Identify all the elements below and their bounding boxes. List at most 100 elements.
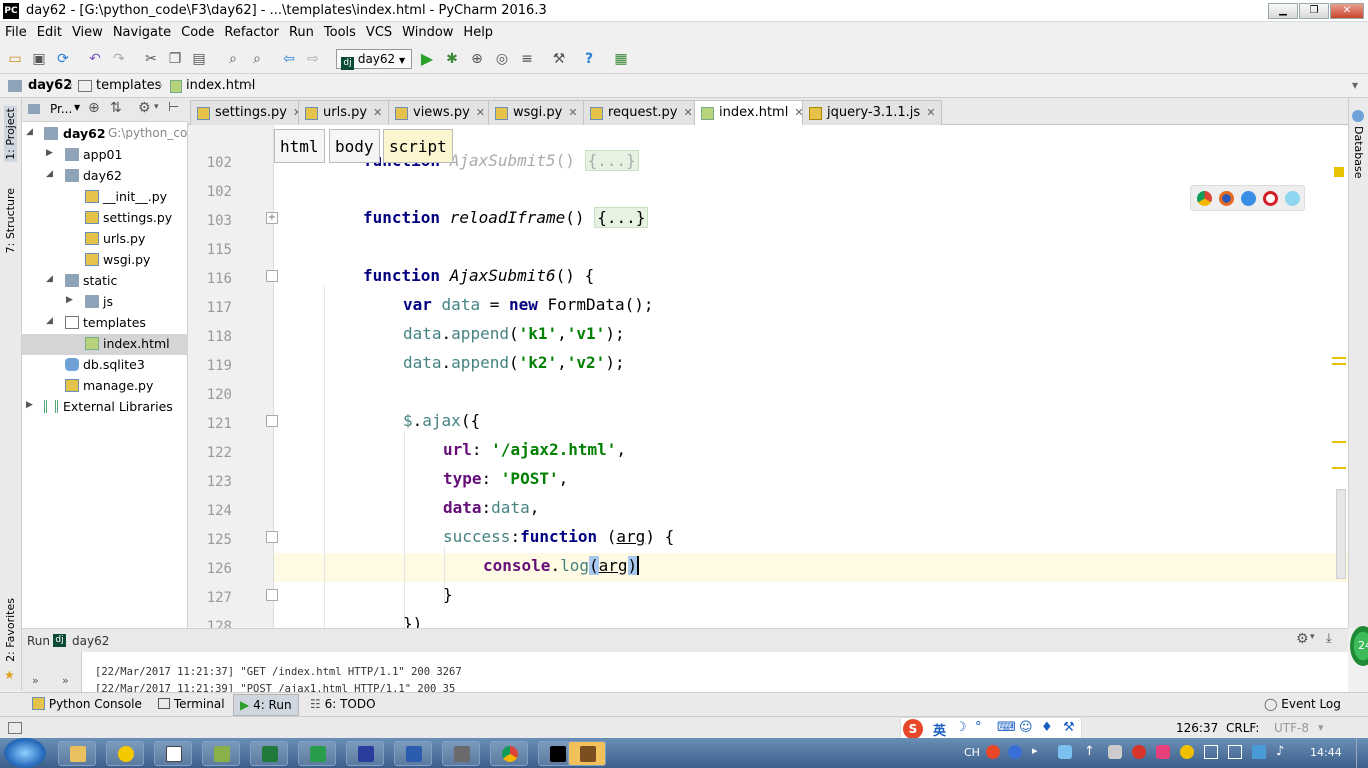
menu-tools[interactable]: Tools [319,22,361,40]
warning-marker-icon[interactable] [1334,167,1344,177]
collapse-arrow-icon[interactable]: ▶ [46,148,53,158]
plugin-icon[interactable]: ▦ [612,50,630,68]
replace-icon[interactable]: ⌕ [248,50,266,68]
taskbar-qq[interactable] [106,741,144,766]
fold-marker-icon[interactable] [266,270,278,282]
chevron-down-icon[interactable]: ▼ [74,103,80,112]
database-tool-tab[interactable]: Database [1352,126,1365,179]
sync-icon[interactable]: ⟳ [54,50,72,68]
expand-more-icon[interactable]: » [32,674,39,687]
settings-wrench-icon[interactable]: ⚒ [550,50,568,68]
structure-tool-tab[interactable]: 7: Structure [4,188,17,253]
menu-view[interactable]: View [67,22,108,40]
menu-run[interactable]: Run [284,22,319,40]
run-tool-tab[interactable]: ▶ 4: Run [233,694,299,716]
coverage-icon[interactable]: ⊕ [468,50,486,68]
windows-start-button[interactable] [4,738,46,768]
error-stripe-marker[interactable] [1332,467,1346,469]
expand-arrow-icon[interactable]: ◢ [46,274,53,284]
tree-item-day62[interactable]: ◢ day62 [22,166,188,187]
tree-item-js[interactable]: ▶ js [22,292,188,313]
tree-item-settings-py[interactable]: settings.py [22,208,188,229]
gear-icon[interactable]: ⚙ [138,100,151,116]
tab-jquery-js[interactable]: jquery-3.1.1.js ✕ [802,100,943,125]
tray-shield-icon[interactable] [1156,745,1170,759]
tab-views-py[interactable]: views.py ✕ [388,100,493,125]
tab-urls-py[interactable]: urls.py ✕ [298,100,390,125]
skin-icon[interactable]: ♦ [1041,720,1053,735]
chevron-down-icon[interactable]: ▾ [154,102,159,112]
close-icon[interactable]: ✕ [476,106,485,119]
error-stripe-marker[interactable] [1332,363,1346,365]
menu-refactor[interactable]: Refactor [219,22,284,40]
hide-panel-icon[interactable]: ⤓ [1326,631,1332,646]
fold-marker-icon[interactable] [266,531,278,543]
help-icon[interactable]: ? [580,50,598,68]
taskbar-app-tools[interactable] [442,741,480,766]
paste-icon[interactable]: ▤ [190,50,208,68]
todo-tab[interactable]: ☷ 6: TODO [310,697,376,711]
debug-icon[interactable]: ✱ [443,50,461,68]
fold-expand-icon[interactable]: + [266,212,278,224]
tray-display-icon[interactable] [1228,745,1242,759]
file-encoding[interactable]: UTF-8 [1274,721,1309,735]
tab-request-py[interactable]: request.py ✕ [583,100,700,125]
close-icon[interactable]: ✕ [684,106,693,119]
vertical-scrollbar-thumb[interactable] [1336,489,1346,579]
sogou-tray-icon[interactable] [986,745,1000,759]
tray-360-icon[interactable] [1180,745,1194,759]
redo-icon[interactable]: ↷ [110,50,128,68]
back-icon[interactable]: ⇦ [280,50,298,68]
concurrency-icon[interactable]: ≡ [518,50,536,68]
run-config-name[interactable]: day62 [72,634,109,648]
close-icon[interactable]: ✕ [568,106,577,119]
tree-item-app01[interactable]: ▶ app01 [22,145,188,166]
tree-item-index-html[interactable]: index.html [22,334,188,355]
menu-edit[interactable]: Edit [32,22,67,40]
tree-item-static[interactable]: ◢ static [22,271,188,292]
tray-app-icon[interactable] [1108,745,1122,759]
tray-record-icon[interactable] [1132,745,1146,759]
terminal-tab[interactable]: Terminal [158,697,225,711]
crumb-script[interactable]: script [383,129,453,163]
menu-help[interactable]: Help [458,22,498,40]
taskbar-word[interactable] [394,741,432,766]
run-console[interactable]: [22/Mar/2017 11:21:37] "GET /index.html … [22,652,1348,695]
moon-icon[interactable]: ☽ [955,720,967,735]
run-icon[interactable]: ▶ [418,50,436,68]
taskbar-active-app[interactable] [568,741,606,766]
event-log-tab[interactable]: ◯ Event Log [1264,697,1341,711]
tray-cloud-icon[interactable] [1058,745,1072,759]
taskbar-clock[interactable]: 14:44 [1310,746,1342,759]
maximize-button[interactable]: ❐ [1299,3,1329,19]
safari-icon[interactable] [1241,191,1256,206]
expand-arrow-icon[interactable]: ◢ [46,169,53,179]
volume-icon[interactable]: ♪ [1276,744,1284,759]
collapse-arrow-icon[interactable]: ▶ [66,295,73,305]
menu-file[interactable]: File [0,22,32,40]
tray-network-icon[interactable] [1204,745,1218,759]
line-separator[interactable]: CRLF: [1226,721,1259,735]
sogou-ime-icon[interactable]: S [903,719,923,739]
copy-icon[interactable]: ❐ [166,50,184,68]
profile-icon[interactable]: ◎ [493,50,511,68]
gear-icon[interactable]: ⚙ [1296,631,1309,647]
taskbar-excel[interactable] [250,741,288,766]
breadcrumb-folder[interactable]: templates [96,78,161,93]
python-console-tab[interactable]: Python Console [32,697,142,711]
project-tool-tab[interactable]: 1: Project [4,106,17,162]
chevron-down-icon[interactable]: ▾ [1318,721,1324,734]
undo-icon[interactable]: ↶ [86,50,104,68]
tray-expand-icon[interactable]: ▸ [1032,744,1038,757]
breadcrumb-file[interactable]: index.html [186,78,255,93]
caret-position[interactable]: 126:37 [1176,721,1218,735]
expand-arrow-icon[interactable]: ◢ [46,316,53,326]
tree-item-init-py[interactable]: __init__.py [22,187,188,208]
forward-icon[interactable]: ⇨ [304,50,322,68]
tab-settings-py[interactable]: settings.py✕ [190,100,310,125]
menu-window[interactable]: Window [397,22,458,40]
close-icon[interactable]: ✕ [373,106,382,119]
tree-item-urls-py[interactable]: urls.py [22,229,188,250]
open-folder-icon[interactable]: ▭ [6,50,24,68]
taskbar-app-blue[interactable] [346,741,384,766]
